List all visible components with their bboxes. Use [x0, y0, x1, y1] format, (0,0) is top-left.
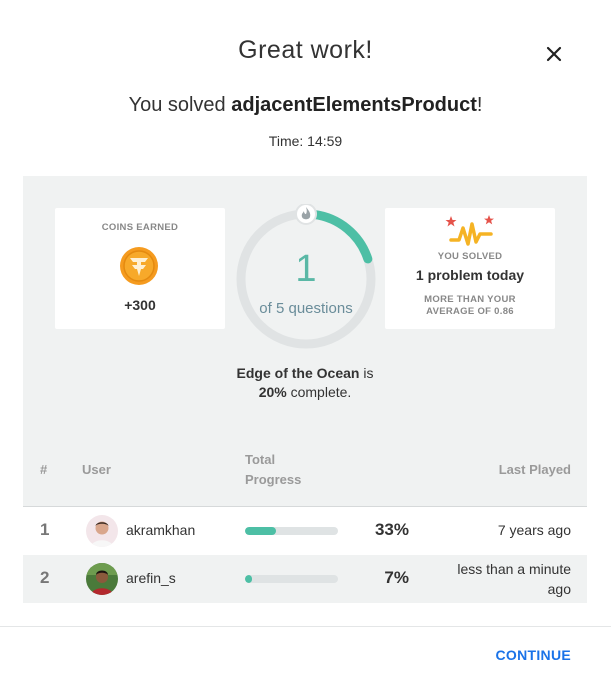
coins-label: COINS EARNED [101, 222, 179, 233]
results-panel: COINS EARNED +300 1 of 5 questions YOU S… [23, 176, 587, 603]
header-user: User [82, 462, 111, 477]
problems-today: 1 problem today [415, 267, 525, 283]
streak-icon [445, 215, 494, 246]
row-last-played: 7 years ago [497, 522, 571, 538]
header-rank: # [40, 462, 48, 477]
coins-value: +300 [124, 297, 156, 313]
coin-icon [120, 247, 158, 285]
row-last-played-line-1: less than a minute [457, 561, 571, 577]
row-percent: 33% [374, 520, 409, 539]
average-note: MORE THAN YOUR AVERAGE OF 0.86 [385, 294, 555, 318]
arcade-name: Edge of the Ocean [236, 365, 360, 381]
progress-current: 1 [295, 248, 317, 290]
solve-time: Time: 14:59 [268, 133, 343, 149]
continue-button[interactable]: CONTINUE [495, 647, 571, 663]
header-last-played: Last Played [498, 462, 571, 477]
row-rank: 2 [40, 568, 50, 587]
header-progress-line-2: Progress [245, 472, 302, 487]
row-username[interactable]: akramkhan [126, 522, 195, 538]
you-solved-label: YOU SOLVED [437, 251, 503, 262]
row-last-played-line-2: ago [547, 581, 571, 597]
progress-bar-fill [245, 527, 276, 535]
solved-today-card: YOU SOLVED 1 problem today MORE THAN YOU… [385, 208, 555, 329]
row-last-played: less than a minute ago [421, 559, 571, 599]
average-line-2: AVERAGE OF 0.86 [426, 306, 514, 317]
task-name: adjacentElementsProduct [231, 94, 477, 116]
dialog-title: Great work! [238, 36, 373, 64]
coins-card: COINS EARNED +300 [55, 208, 225, 329]
row-username[interactable]: arefin_s [126, 570, 176, 586]
solved-prefix: You solved [128, 94, 232, 116]
close-icon[interactable] [543, 43, 565, 65]
average-line-1: MORE THAN YOUR [424, 294, 516, 305]
progress-subtitle: of 5 questions [259, 300, 353, 317]
table-row: 1 akramkhan 33% 7 years ago [23, 507, 587, 555]
leaderboard-header: # User Total Progress Last Played [23, 434, 587, 507]
progress-bar-fill [245, 575, 252, 583]
solved-message: You solved adjacentElementsProduct! [0, 94, 611, 117]
progress-bar [245, 527, 338, 535]
row-rank: 1 [40, 520, 50, 539]
avatar[interactable] [86, 563, 118, 595]
progress-bar [245, 575, 338, 583]
arcade-percent: 20% [258, 384, 287, 400]
arcade-progress: Edge of the Ocean is 20% complete. [23, 364, 587, 402]
footer-divider [0, 626, 611, 627]
header-progress: Total Progress [245, 450, 301, 490]
flame-icon [295, 204, 317, 225]
avatar[interactable] [86, 515, 118, 547]
solved-suffix: ! [476, 94, 483, 116]
header-progress-line-1: Total [245, 452, 276, 467]
table-row: 2 arefin_s 7% less than a minute ago [23, 555, 587, 603]
arcade-mid: is [359, 365, 374, 381]
arcade-tail: complete. [286, 384, 352, 400]
row-percent: 7% [384, 568, 409, 587]
